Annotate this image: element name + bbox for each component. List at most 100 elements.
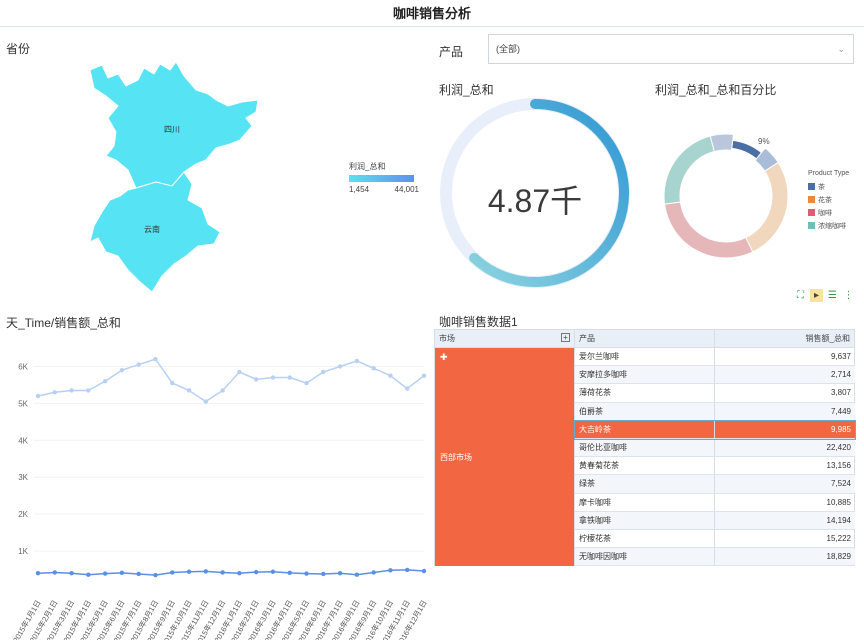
data-point[interactable] [69,571,74,576]
data-point[interactable] [203,399,209,404]
data-point[interactable] [304,571,309,576]
donut-slice-herbal-tea[interactable] [745,161,789,253]
header-product[interactable]: 产品 [575,330,715,347]
data-point[interactable] [354,572,360,577]
list-icon[interactable]: ☰ [826,289,839,302]
legend-item-coffee[interactable]: 咖啡 [808,206,849,219]
data-point[interactable] [203,569,209,574]
table-row[interactable]: 黄春菊花茶 13,156 [575,457,855,476]
donut-slice-tea[interactable] [731,139,763,160]
legend-item-tea[interactable]: 茶 [808,180,849,193]
table-row[interactable]: 哥伦比亚咖啡 22,420 [575,438,855,458]
donut-slice-espresso[interactable] [663,135,715,205]
data-point[interactable] [304,380,309,386]
data-point[interactable] [220,388,225,393]
data-point[interactable] [388,373,393,378]
data-point[interactable] [153,572,158,578]
product-filter-label: 产品 [439,45,464,59]
data-point[interactable] [170,380,175,386]
table-row[interactable]: 薄荷花茶 3,807 [575,384,855,403]
data-point[interactable] [270,569,276,574]
select-icon[interactable]: ▸ [810,289,823,302]
data-point[interactable] [136,362,141,367]
product-filter-value: (全部) [496,44,520,54]
header-sales[interactable]: 销售额_总和 [715,330,854,347]
data-point[interactable] [405,386,410,391]
data-point[interactable] [186,388,192,393]
data-point[interactable] [52,390,57,395]
data-point[interactable] [86,388,91,393]
data-point[interactable] [371,570,376,575]
data-point[interactable] [321,571,326,577]
data-point[interactable] [287,570,292,576]
data-point[interactable] [371,366,376,371]
y-tick-label: 2K [18,510,28,519]
table-title: 咖啡销售数据1 [439,315,518,329]
data-point[interactable] [35,393,41,399]
move-icon[interactable]: ✚ [440,352,569,363]
data-point[interactable] [321,369,326,375]
cell-product: 安摩拉多咖啡 [575,366,715,384]
data-point[interactable] [35,571,41,576]
data-point[interactable] [237,369,242,375]
cell-product: 黄春菊花茶 [575,457,715,475]
series-line-1[interactable] [37,569,425,576]
donut-title: 利润_总和_总和百分比 [655,83,777,97]
data-point[interactable] [186,569,192,574]
cell-product: 柠檬花茶 [575,529,715,548]
cell-product: 爱尔兰咖啡 [575,348,715,366]
table-row[interactable]: 大吉岭茶 9,985 [574,419,856,440]
data-point[interactable] [287,375,292,380]
map-label-yunnan: 云南 [144,224,160,234]
data-point[interactable] [388,568,393,573]
data-point[interactable] [237,571,242,576]
table-row[interactable]: 爱尔兰咖啡 9,637 [575,348,855,367]
data-point[interactable] [253,569,259,575]
profit-share-donut[interactable] [660,130,792,262]
data-point[interactable] [102,379,108,384]
product-filter-select[interactable]: (全部) ⌄ [488,34,854,64]
table-row[interactable]: 绿茶 7,524 [575,475,855,494]
data-point[interactable] [170,570,175,575]
data-point[interactable] [136,571,141,577]
data-point[interactable] [52,570,57,575]
data-point[interactable] [119,367,125,373]
data-point[interactable] [220,570,225,575]
y-tick-label: 4K [18,436,28,445]
data-point[interactable] [337,364,343,369]
sales-line-chart[interactable]: 1K2K3K4K5K6K 2015年1月1日2015年2月1日2015年3月1日… [0,340,432,640]
market-cell[interactable]: ✚ 西部市场 [435,348,575,566]
table-row[interactable]: 安摩拉多咖啡 2,714 [575,366,855,385]
data-point[interactable] [270,375,276,380]
data-point[interactable] [86,572,91,577]
table-row[interactable]: 伯爵茶 7,449 [575,402,855,421]
data-point[interactable] [421,373,427,378]
donut-slice-other[interactable] [709,133,734,153]
data-point[interactable] [253,377,259,382]
province-map[interactable]: 四川 云南 [80,60,270,300]
table-row[interactable]: 摩卡咖啡 10,885 [575,493,855,512]
header-market[interactable]: 市场 + [435,330,575,347]
data-point[interactable] [69,388,74,393]
table-row[interactable]: 无咖啡因咖啡 18,829 [575,548,855,567]
chevron-down-icon[interactable]: ⌄ [837,35,845,63]
data-point[interactable] [153,356,158,362]
table-row[interactable]: 拿铁咖啡 14,194 [575,511,855,530]
data-point[interactable] [405,567,410,573]
sales-table: 市场 + 产品 销售额_总和 ✚ 西部市场 爱尔兰咖啡 9,637 安摩拉多咖啡 2,… [434,329,856,567]
data-point[interactable] [102,571,108,576]
more-icon[interactable]: ⋮ [842,289,855,302]
data-point[interactable] [337,571,343,576]
expand-icon[interactable]: ⛶ [794,289,807,302]
table-header: 市场 + 产品 销售额_总和 [435,330,854,348]
donut-slice-coffee[interactable] [663,201,754,259]
series-line-0[interactable] [37,358,425,403]
legend-item-espresso[interactable]: 浓缩咖啡 [808,219,849,232]
cell-product: 薄荷花茶 [575,384,715,402]
data-point[interactable] [421,568,427,574]
expand-plus-icon[interactable]: + [561,333,570,342]
table-row[interactable]: 柠檬花茶 15,222 [575,529,855,549]
data-point[interactable] [354,358,360,364]
legend-item-herbal-tea[interactable]: 花茶 [808,193,849,206]
data-point[interactable] [119,570,125,576]
